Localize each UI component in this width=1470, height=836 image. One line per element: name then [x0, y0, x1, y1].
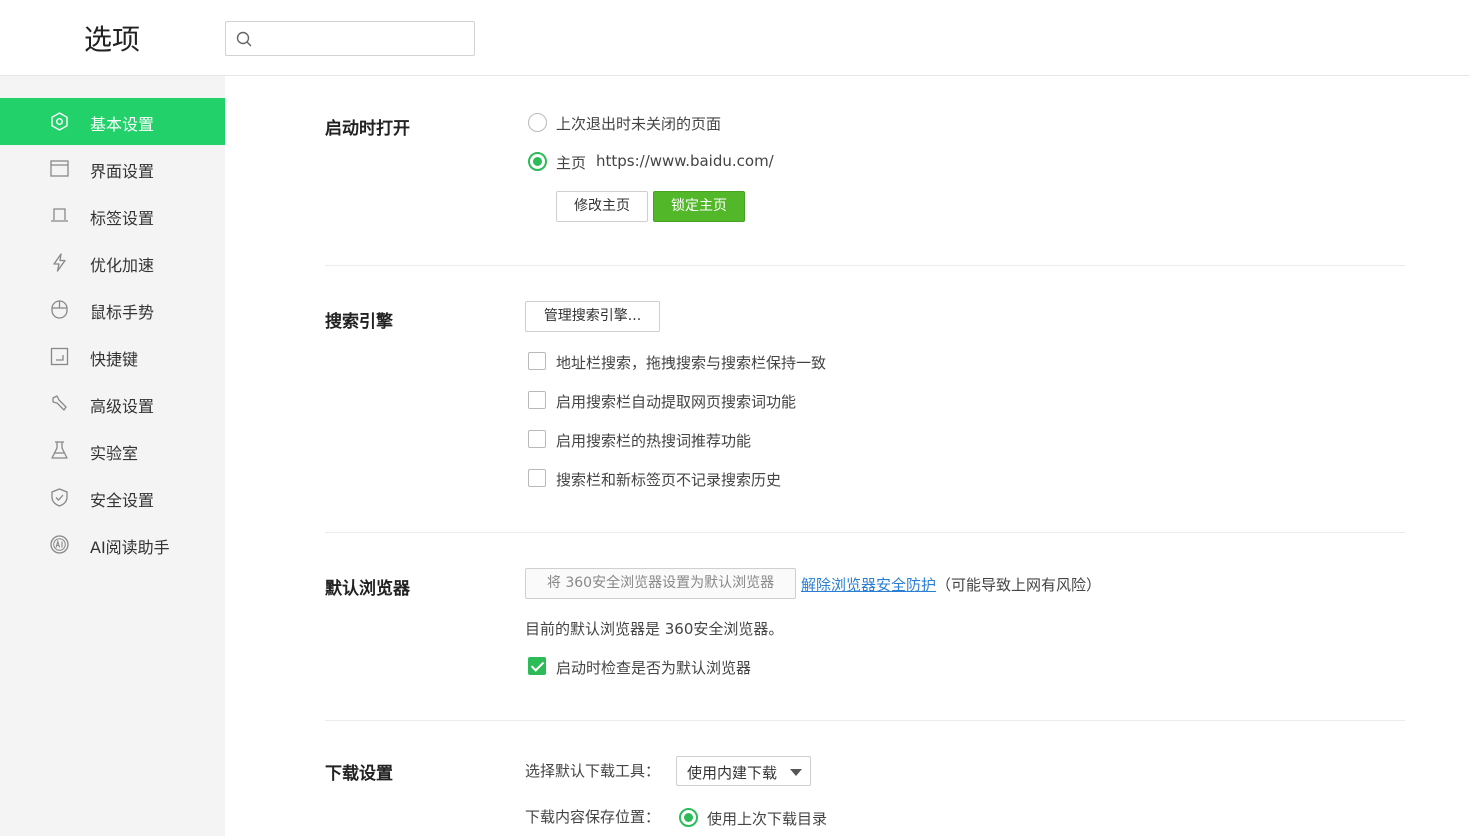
section-title-default-browser: 默认浏览器	[325, 579, 410, 599]
search-option-label: 地址栏搜索，拖拽搜索与搜索栏保持一致	[556, 354, 827, 372]
sidebar-item-ai-reader[interactable]: AI阅读助手	[0, 521, 225, 568]
search-icon	[236, 31, 252, 47]
set-default-browser-button[interactable]: 将 360安全浏览器设置为默认浏览器	[525, 568, 796, 599]
sidebar: 基本设置 界面设置 标签设置 优化加速 鼠标手势 快捷键 高级设置 实验室 安全…	[0, 76, 225, 836]
default-browser-status: 目前的默认浏览器是 360安全浏览器。	[525, 620, 784, 638]
sidebar-item-label: 鼠标手势	[90, 303, 155, 322]
startup-option-home-label: 主页	[556, 154, 587, 172]
sidebar-item-label: 基本设置	[90, 115, 155, 134]
sidebar-item-mouse-gestures[interactable]: 鼠标手势	[0, 286, 225, 333]
sidebar-item-advanced[interactable]: 高级设置	[0, 380, 225, 427]
divider	[325, 532, 1405, 533]
radio-last-dir[interactable]	[679, 808, 698, 827]
download-tool-selected: 使用内建下载	[687, 764, 778, 782]
home-url: https://www.baidu.com/	[596, 152, 774, 170]
sidebar-item-label: 界面设置	[90, 162, 155, 181]
flask-icon	[51, 441, 68, 459]
unlock-protection-row: 解除浏览器安全防护（可能导致上网有风险）	[801, 574, 1101, 595]
page-title: 选项	[84, 23, 141, 56]
section-title-startup: 启动时打开	[325, 119, 410, 139]
window-icon	[50, 160, 69, 177]
tab-icon	[51, 208, 68, 222]
search-box[interactable]	[225, 21, 475, 56]
checkbox[interactable]	[528, 430, 546, 448]
sidebar-item-label: 快捷键	[90, 350, 139, 369]
section-title-search-engine: 搜索引擎	[325, 312, 393, 332]
manage-search-engine-button[interactable]: 管理搜索引擎...	[525, 301, 660, 332]
sidebar-item-interface-settings[interactable]: 界面设置	[0, 145, 225, 192]
lightning-icon	[53, 253, 66, 272]
download-tool-select[interactable]: 使用内建下载	[676, 756, 811, 786]
startup-option-last-label: 上次退出时未关闭的页面	[556, 115, 722, 133]
checkbox[interactable]	[528, 391, 546, 409]
sidebar-item-tab-settings[interactable]: 标签设置	[0, 192, 225, 239]
sidebar-item-label: 标签设置	[90, 209, 155, 228]
basic-settings-icon	[51, 112, 68, 131]
check-default-label: 启动时检查是否为默认浏览器	[556, 659, 752, 677]
sidebar-item-shortcuts[interactable]: 快捷键	[0, 333, 225, 380]
checkbox[interactable]	[528, 657, 546, 675]
sidebar-item-lab[interactable]: 实验室	[0, 427, 225, 474]
lock-home-button[interactable]: 锁定主页	[653, 191, 745, 222]
sidebar-item-label: 实验室	[90, 444, 139, 463]
header: 选项	[0, 0, 1470, 76]
checkbox[interactable]	[528, 352, 546, 370]
mouse-icon	[51, 300, 68, 319]
shield-icon	[51, 488, 68, 507]
sidebar-item-label: 安全设置	[90, 491, 155, 510]
radio-last-session[interactable]	[528, 113, 547, 132]
ai-icon	[50, 535, 69, 554]
download-location-option-label: 使用上次下载目录	[707, 810, 828, 828]
divider	[325, 720, 1405, 721]
wrench-icon	[52, 395, 67, 411]
modify-home-button[interactable]: 修改主页	[556, 191, 648, 222]
main-content: 启动时打开 上次退出时未关闭的页面 主页 https://www.baidu.c…	[225, 76, 1470, 836]
divider	[325, 265, 1405, 266]
search-option-label: 搜索栏和新标签页不记录搜索历史	[556, 471, 782, 489]
chevron-down-icon	[790, 769, 802, 776]
search-input[interactable]	[260, 26, 465, 51]
search-option-label: 启用搜索栏的热搜词推荐功能	[556, 432, 752, 450]
shortcut-icon	[50, 347, 69, 366]
sidebar-item-label: 高级设置	[90, 397, 155, 416]
radio-home[interactable]	[528, 152, 547, 171]
section-title-download: 下载设置	[325, 764, 393, 784]
sidebar-item-label: AI阅读助手	[90, 538, 170, 557]
unlock-protection-link[interactable]: 解除浏览器安全防护	[801, 576, 936, 594]
sidebar-item-basic-settings[interactable]: 基本设置	[0, 98, 225, 145]
sidebar-item-optimize[interactable]: 优化加速	[0, 239, 225, 286]
risk-note: （可能导致上网有风险）	[936, 576, 1102, 594]
sidebar-item-label: 优化加速	[90, 256, 155, 275]
search-option-label: 启用搜索栏自动提取网页搜索词功能	[556, 393, 797, 411]
download-tool-label: 选择默认下载工具：	[525, 762, 661, 780]
checkbox[interactable]	[528, 469, 546, 487]
download-location-label: 下载内容保存位置：	[525, 808, 661, 826]
sidebar-item-security[interactable]: 安全设置	[0, 474, 225, 521]
